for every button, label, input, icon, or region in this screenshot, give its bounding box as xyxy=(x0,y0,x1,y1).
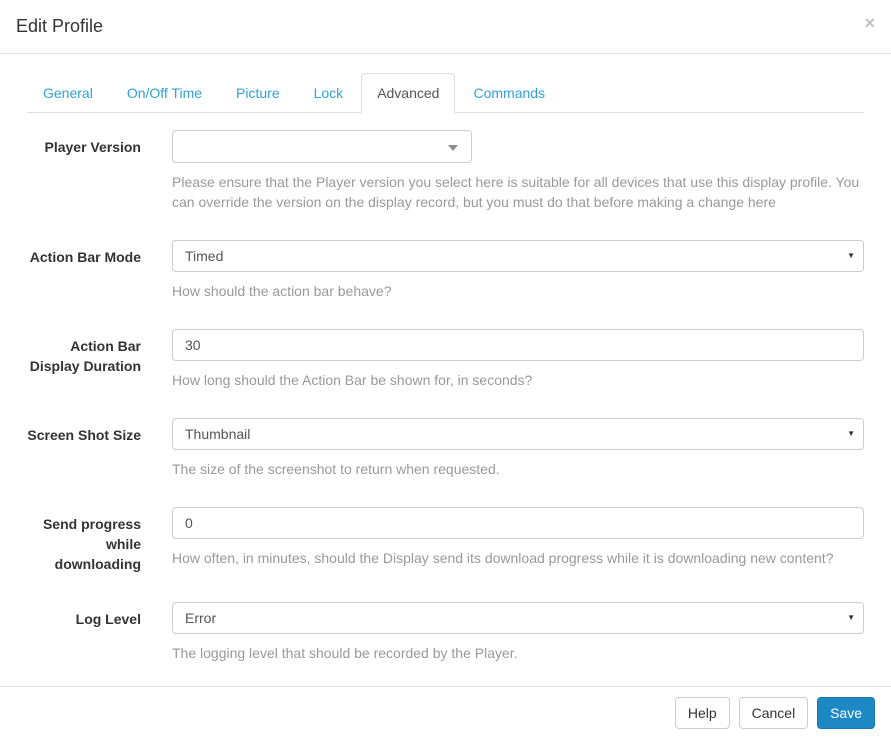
form-group-action-bar-display-duration: Action Bar Display Duration How long sho… xyxy=(27,329,864,390)
player-version-dropdown[interactable] xyxy=(172,130,472,163)
action-bar-mode-label: Action Bar Mode xyxy=(29,249,141,265)
caret-down-icon: ▼ xyxy=(847,613,855,622)
modal-title: Edit Profile xyxy=(16,16,104,36)
screen-shot-size-select[interactable]: Thumbnail ▼ xyxy=(172,418,864,450)
screen-shot-size-help: The size of the screenshot to return whe… xyxy=(172,461,500,477)
modal-body: General On/Off Time Picture Lock Advance… xyxy=(0,54,891,686)
advanced-form: Player Version Please ensure that the Pl… xyxy=(27,130,864,663)
action-bar-mode-select[interactable]: Timed ▼ xyxy=(172,240,864,272)
chevron-down-icon xyxy=(448,145,458,151)
action-bar-display-duration-help: How long should the Action Bar be shown … xyxy=(172,372,533,388)
close-icon[interactable]: × xyxy=(860,12,879,34)
modal-header: Edit Profile × xyxy=(0,0,891,54)
form-group-log-level: Log Level Error ▼ The logging level that… xyxy=(27,602,864,663)
tab-onoff-time[interactable]: On/Off Time xyxy=(111,73,218,113)
tab-bar: General On/Off Time Picture Lock Advance… xyxy=(27,73,864,113)
save-button[interactable]: Save xyxy=(817,697,875,729)
action-bar-mode-help: How should the action bar behave? xyxy=(172,283,392,299)
help-button[interactable]: Help xyxy=(674,697,730,729)
tab-general[interactable]: General xyxy=(27,73,109,113)
send-progress-input[interactable] xyxy=(172,507,864,539)
action-bar-mode-value: Timed xyxy=(185,248,224,264)
caret-down-icon: ▼ xyxy=(847,251,855,260)
tab-lock[interactable]: Lock xyxy=(298,73,360,113)
edit-profile-modal: Edit Profile × General On/Off Time Pictu… xyxy=(0,0,891,742)
log-level-help: The logging level that should be recorde… xyxy=(172,645,518,661)
form-group-send-progress: Send progress while downloading How ofte… xyxy=(27,507,864,574)
action-bar-display-duration-input[interactable] xyxy=(172,329,864,361)
send-progress-label: Send progress while downloading xyxy=(42,516,141,572)
modal-footer: Help Cancel Save xyxy=(0,686,891,742)
form-group-action-bar-mode: Action Bar Mode Timed ▼ How should the a… xyxy=(27,240,864,301)
caret-down-icon: ▼ xyxy=(847,429,855,438)
player-version-help: Please ensure that the Player version yo… xyxy=(172,174,860,210)
tab-advanced[interactable]: Advanced xyxy=(361,73,456,113)
tab-picture[interactable]: Picture xyxy=(220,73,296,113)
log-level-select[interactable]: Error ▼ xyxy=(172,602,864,634)
screen-shot-size-label: Screen Shot Size xyxy=(27,427,141,443)
player-version-label: Player Version xyxy=(44,139,141,155)
screen-shot-size-value: Thumbnail xyxy=(185,426,251,442)
tab-commands[interactable]: Commands xyxy=(457,73,561,113)
action-bar-display-duration-label: Action Bar Display Duration xyxy=(29,338,141,374)
send-progress-help: How often, in minutes, should the Displa… xyxy=(172,550,834,566)
log-level-value: Error xyxy=(185,610,217,626)
cancel-button[interactable]: Cancel xyxy=(738,697,809,729)
form-group-player-version: Player Version Please ensure that the Pl… xyxy=(27,130,864,212)
form-group-screen-shot-size: Screen Shot Size Thumbnail ▼ The size of… xyxy=(27,418,864,479)
log-level-label: Log Level xyxy=(75,611,141,627)
